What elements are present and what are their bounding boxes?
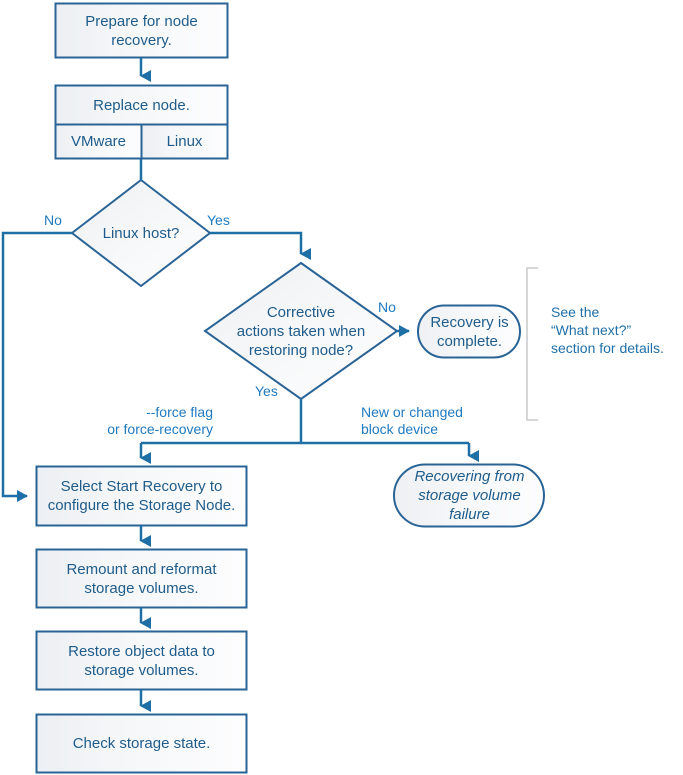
edge-label-force-flag: --force flag or force-recovery	[107, 404, 213, 437]
edge-label-new-block-device: New or changed block device	[361, 404, 463, 437]
edge-label-corrective-yes: Yes	[255, 383, 278, 399]
note-bracket	[526, 267, 538, 421]
node-replace-shape	[54, 84, 229, 126]
edge-linux-host-no	[1, 231, 72, 502]
edge-label-linux-host-yes: Yes	[207, 212, 230, 228]
edge-label-linux-host-no: No	[44, 212, 62, 228]
node-recovering-failure-shape	[393, 463, 545, 528]
node-prepare-shape	[54, 2, 229, 59]
edge-linux-host-yes	[210, 231, 311, 260]
node-select-start-recovery-shape	[35, 465, 248, 527]
node-remount-reformat-shape	[35, 548, 248, 609]
flowchart-canvas: Prepare for node recovery. Replace node.…	[0, 0, 683, 775]
flowchart-shapes	[1, 2, 545, 774]
node-recovery-complete-shape	[417, 304, 521, 359]
node-restore-object-data-shape	[35, 630, 248, 691]
node-check-storage-state-shape	[35, 713, 248, 774]
node-vmware-shape	[54, 123, 143, 160]
node-linux-host-shape	[70, 178, 212, 288]
edge-label-corrective-no: No	[378, 299, 396, 315]
note-what-next: See the “What next?” section for details…	[551, 304, 664, 356]
node-linux-shape	[140, 123, 229, 160]
node-corrective-shape	[203, 261, 399, 401]
